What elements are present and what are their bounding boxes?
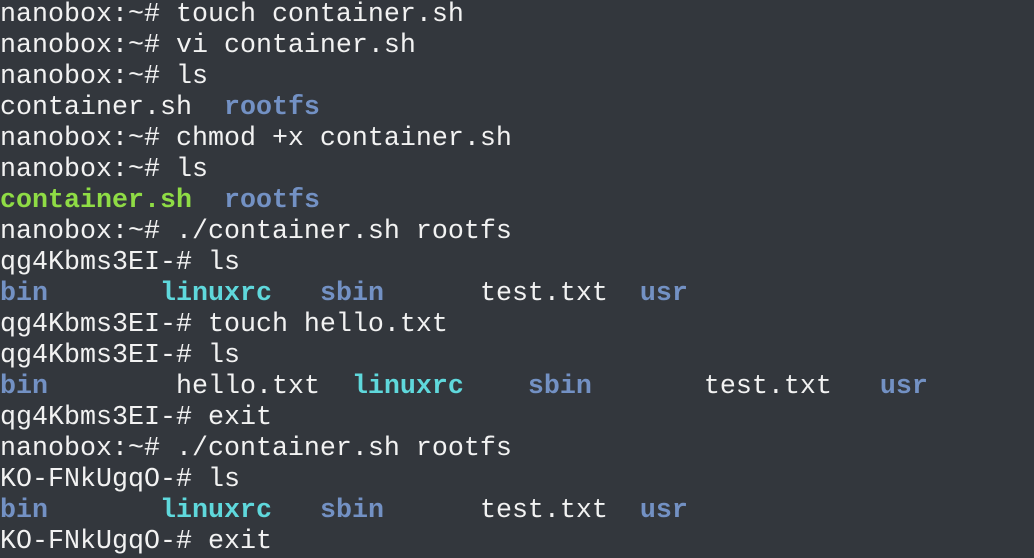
symlink-entry: linuxrc xyxy=(159,279,272,309)
directory-entry: usr xyxy=(639,496,688,526)
terminal-text: KO-FNkUgqO-# exit xyxy=(0,527,272,557)
terminal-text: nanobox:~# ./container.sh rootfs xyxy=(0,434,512,464)
terminal-text: qg4Kbms3EI-# touch hello.txt xyxy=(0,310,448,340)
directory-entry: sbin xyxy=(319,279,384,309)
directory-entry: rootfs xyxy=(223,186,320,216)
terminal-text: qg4Kbms3EI-# ls xyxy=(0,248,240,278)
terminal-text: qg4Kbms3EI-# exit xyxy=(0,403,272,433)
terminal-line: nanobox:~# ls xyxy=(0,155,1034,186)
directory-entry: bin xyxy=(0,496,48,526)
executable-entry: container.sh xyxy=(0,186,192,216)
terminal-line: qg4Kbms3EI-# touch hello.txt xyxy=(0,310,1034,341)
terminal-line: qg4Kbms3EI-# ls xyxy=(0,248,1034,279)
symlink-entry: linuxrc xyxy=(159,496,272,526)
terminal-line: KO-FNkUgqO-# exit xyxy=(0,527,1034,558)
terminal-line: bin hello.txt linuxrc sbin test.txt usr xyxy=(0,372,1034,403)
terminal-text: test.txt xyxy=(383,496,640,526)
directory-entry: sbin xyxy=(527,372,592,402)
terminal-text: nanobox:~# ls xyxy=(0,62,208,92)
terminal-text: KO-FNkUgqO-# ls xyxy=(0,465,240,495)
terminal-line: nanobox:~# vi container.sh xyxy=(0,31,1034,62)
terminal-line: nanobox:~# ./container.sh rootfs xyxy=(0,217,1034,248)
terminal-text: test.txt xyxy=(383,279,640,309)
directory-entry: usr xyxy=(639,279,688,309)
terminal-line: container.sh rootfs xyxy=(0,93,1034,124)
terminal-text: qg4Kbms3EI-# ls xyxy=(0,341,240,371)
terminal-line: nanobox:~# ./container.sh rootfs xyxy=(0,434,1034,465)
terminal-line: bin linuxrc sbin test.txt usr xyxy=(0,496,1034,527)
terminal-line: nanobox:~# touch container.sh xyxy=(0,0,1034,31)
symlink-entry: linuxrc xyxy=(351,372,464,402)
terminal-text: nanobox:~# ./container.sh rootfs xyxy=(0,217,512,247)
terminal-text: container.sh xyxy=(0,93,224,123)
directory-entry: usr xyxy=(879,372,928,402)
terminal-line: container.sh rootfs xyxy=(0,186,1034,217)
terminal-line: bin linuxrc sbin test.txt usr xyxy=(0,279,1034,310)
terminal-text: nanobox:~# chmod +x container.sh xyxy=(0,124,512,154)
terminal-line: nanobox:~# chmod +x container.sh xyxy=(0,124,1034,155)
directory-entry: sbin xyxy=(319,496,384,526)
terminal-text: test.txt xyxy=(591,372,880,402)
directory-entry: rootfs xyxy=(223,93,320,123)
directory-entry: bin xyxy=(0,372,48,402)
terminal-text: nanobox:~# vi container.sh xyxy=(0,31,416,61)
terminal-line: KO-FNkUgqO-# ls xyxy=(0,465,1034,496)
terminal-line: nanobox:~# ls xyxy=(0,62,1034,93)
terminal-line: qg4Kbms3EI-# exit xyxy=(0,403,1034,434)
directory-entry: bin xyxy=(0,279,48,309)
terminal-text: nanobox:~# ls xyxy=(0,155,208,185)
terminal-text: hello.txt xyxy=(48,372,352,402)
terminal-output[interactable]: nanobox:~# touch container.sh nanobox:~# … xyxy=(0,0,1034,558)
terminal-line: qg4Kbms3EI-# ls xyxy=(0,341,1034,372)
terminal-text: nanobox:~# touch container.sh xyxy=(0,0,464,30)
